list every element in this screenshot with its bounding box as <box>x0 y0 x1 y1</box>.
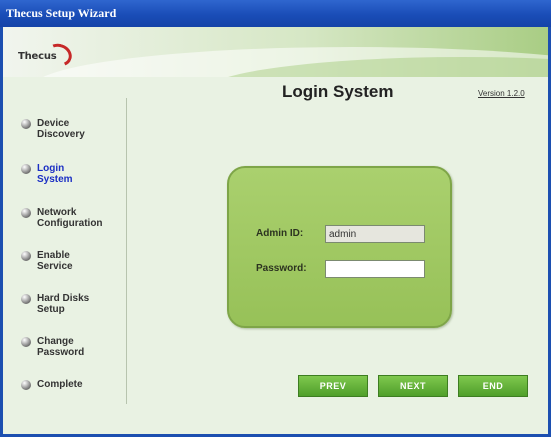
thecus-logo: Thecus <box>18 40 76 70</box>
bullet-icon <box>21 337 31 347</box>
step-network-configuration[interactable]: Network Configuration <box>21 207 103 229</box>
bullet-icon <box>21 119 31 129</box>
bullet-icon <box>21 251 31 261</box>
bullet-icon <box>21 164 31 174</box>
next-button[interactable]: NEXT <box>378 375 448 397</box>
prev-button[interactable]: PREV <box>298 375 368 397</box>
password-label: Password: <box>256 263 307 274</box>
logo-text: Thecus <box>18 50 57 62</box>
step-label: Hard Disks Setup <box>37 293 90 315</box>
admin-id-input[interactable] <box>325 225 425 243</box>
bullet-icon <box>21 294 31 304</box>
step-complete[interactable]: Complete <box>21 379 83 390</box>
step-label: Complete <box>37 379 83 390</box>
header-banner: Thecus <box>3 27 548 77</box>
password-input[interactable] <box>325 260 425 278</box>
admin-id-label: Admin ID: <box>256 228 304 239</box>
sidebar-divider <box>126 98 127 404</box>
bullet-icon <box>21 380 31 390</box>
setup-wizard-window: Thecus Setup Wizard Thecus Device Discove… <box>0 0 551 437</box>
step-label: Device Discovery <box>37 118 85 140</box>
window-title: Thecus Setup Wizard <box>0 0 551 27</box>
step-enable-service[interactable]: Enable Service <box>21 250 73 272</box>
step-label: Login System <box>37 163 73 185</box>
step-hard-disks-setup[interactable]: Hard Disks Setup <box>21 293 89 315</box>
bullet-icon <box>21 208 31 218</box>
login-panel: Admin ID: Password: <box>227 166 452 328</box>
step-label: Network Configuration <box>37 207 103 229</box>
step-change-password[interactable]: Change Password <box>21 336 84 358</box>
step-device-discovery[interactable]: Device Discovery <box>21 118 85 140</box>
step-login-system[interactable]: Login System <box>21 163 73 185</box>
step-label: Change Password <box>37 336 85 358</box>
page-title: Login System <box>282 82 394 101</box>
version-link[interactable]: Version 1.2.0 <box>478 89 525 98</box>
end-button[interactable]: END <box>458 375 528 397</box>
wizard-steps-sidebar: Device Discovery Login System Network Confi… <box>3 77 126 407</box>
step-label: Enable Service <box>37 250 73 272</box>
